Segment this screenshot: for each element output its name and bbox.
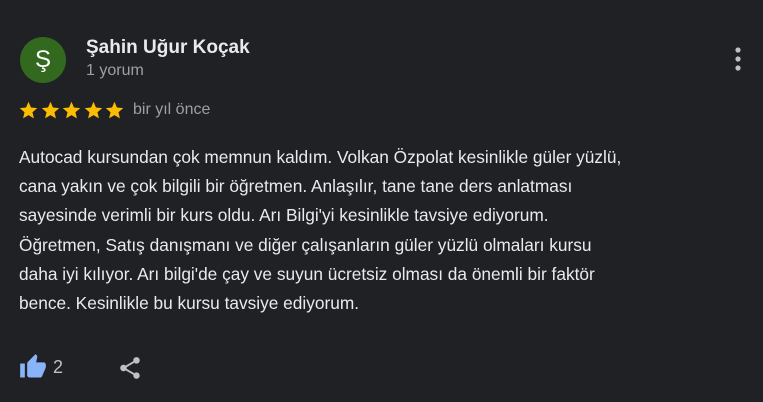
thumbs-up-icon (20, 354, 46, 378)
share-icon (120, 357, 140, 379)
review-text-line: sayesinde verimli bir kurs oldu. Arı Bil… (19, 205, 549, 226)
star-icon (105, 101, 124, 118)
review-text-line: bence. Kesinlikle bu kursu tavsiye ediyo… (19, 293, 360, 314)
like-count: 2 (53, 356, 64, 377)
reviewer-review-count: 1 yorum (86, 62, 144, 79)
star-rating (18, 99, 126, 121)
review-text-line: Öğretmen, Satış danışmanı ve diğer çalış… (19, 234, 592, 255)
star-icon (62, 101, 81, 118)
reviewer-name[interactable]: Şahin Uğur Koçak (86, 37, 250, 59)
share-button[interactable] (117, 355, 143, 381)
review-text-line: cana yakın ve çok bilgili bir öğretmen. … (19, 176, 573, 197)
more-vert-icon (735, 47, 741, 71)
review-date: bir yıl önce (133, 101, 211, 118)
star-icon (41, 101, 59, 118)
avatar[interactable]: Ş (20, 37, 66, 83)
review-text-line: daha iyi kılıyor. Arı bilgi'de çay ve su… (19, 263, 595, 284)
star-icon (19, 101, 38, 118)
like-button[interactable]: 2 (18, 352, 63, 382)
star-icon (84, 101, 102, 118)
review-card: Ş Şahin Uğur Koçak 1 yorum bir yıl önce … (0, 0, 763, 402)
more-options-button[interactable] (726, 44, 750, 76)
review-text: Autocad kursundan çok memnun kaldım. Vol… (19, 143, 754, 318)
review-text-line: Autocad kursundan çok memnun kaldım. Vol… (19, 147, 622, 167)
